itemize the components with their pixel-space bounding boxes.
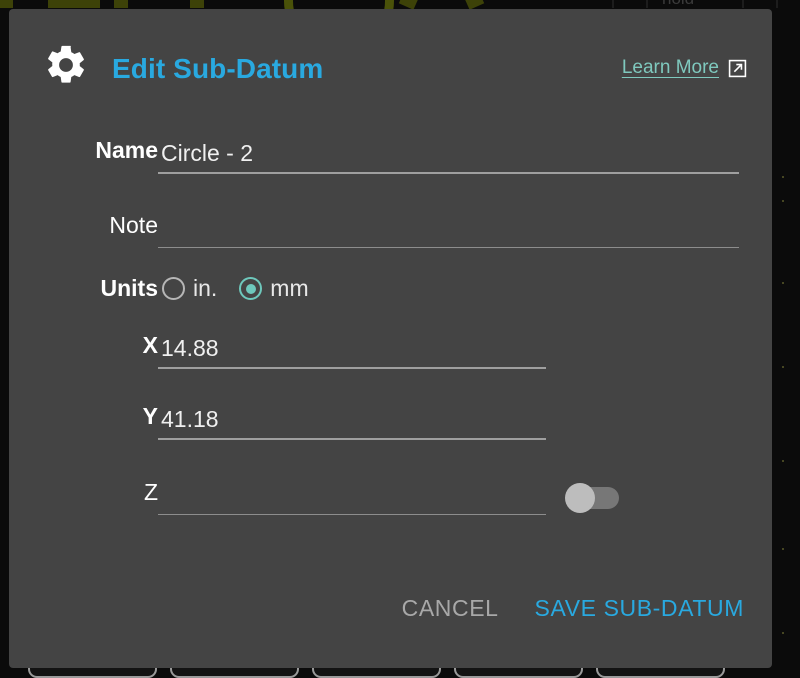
radio-in-label: in.: [193, 275, 218, 301]
field-row-note: Note: [9, 212, 772, 260]
background-arc: [768, 578, 800, 618]
note-field-wrap: [158, 212, 739, 248]
field-row-y: Y 41.18: [9, 403, 772, 451]
background-arc: [768, 118, 800, 158]
radio-in-icon: [162, 277, 185, 300]
z-toggle-knob: [565, 483, 595, 513]
z-input[interactable]: [158, 479, 546, 511]
dialog-title: Edit Sub-Datum: [112, 53, 324, 84]
y-input-underline: [158, 438, 546, 440]
x-input-underline: [158, 367, 546, 369]
units-label: Units: [100, 275, 159, 301]
dialog-header: Edit Sub-Datum Learn More: [9, 9, 772, 105]
z-enable-toggle[interactable]: [565, 483, 619, 513]
name-label: Name: [95, 137, 158, 163]
z-label: Z: [143, 479, 158, 505]
x-input[interactable]: 14.88: [158, 332, 546, 364]
field-row-name: Name Circle - 2: [9, 137, 772, 185]
units-radio-group: in. mm: [162, 275, 331, 302]
x-label: X: [142, 332, 158, 358]
learn-more-label: Learn More: [621, 57, 719, 78]
background-dot: [782, 282, 784, 284]
background-arc: [768, 490, 800, 530]
y-label: Y: [142, 403, 158, 429]
field-row-units: Units in. mm: [9, 275, 772, 323]
background-dot: [782, 200, 784, 202]
background-grid-line: [612, 0, 614, 8]
field-row-z: Z: [9, 479, 772, 527]
background-dot: [782, 460, 784, 462]
external-link-icon: [728, 59, 747, 78]
cancel-button[interactable]: CANCEL: [384, 587, 517, 630]
note-input[interactable]: [158, 212, 739, 244]
name-input-underline: [158, 172, 739, 174]
background-hint-text: hold: [662, 0, 694, 9]
background-olive-shape: [114, 0, 128, 8]
background-grid-line: [742, 0, 744, 8]
radio-mm-label: mm: [270, 275, 309, 301]
radio-option-mm[interactable]: mm: [239, 275, 309, 302]
background-dot: [782, 176, 784, 178]
name-input[interactable]: Circle - 2: [158, 137, 739, 169]
background-grid-line: [646, 0, 648, 8]
background-dot: [782, 632, 784, 634]
z-field-wrap: [158, 479, 546, 515]
note-label: Note: [109, 212, 158, 238]
gear-icon: [43, 42, 89, 88]
radio-option-in[interactable]: in.: [162, 275, 217, 302]
save-sub-datum-button[interactable]: SAVE SUB-DATUM: [517, 587, 762, 630]
dialog-footer: CANCEL SAVE SUB-DATUM: [384, 587, 762, 630]
background-dot: [782, 548, 784, 550]
edit-sub-datum-dialog: Edit Sub-Datum Learn More Name Circle - …: [9, 9, 772, 668]
background-olive-shape: [0, 0, 13, 8]
y-input[interactable]: 41.18: [158, 403, 546, 435]
background-olive-shape: [190, 0, 204, 8]
background-dot: [782, 366, 784, 368]
radio-mm-icon: [239, 277, 263, 300]
background-arc: [768, 400, 800, 440]
z-input-underline: [158, 514, 546, 515]
x-field-wrap: 14.88: [158, 332, 546, 369]
y-field-wrap: 41.18: [158, 403, 546, 440]
background-arc: [768, 314, 800, 354]
name-field-wrap: Circle - 2: [158, 137, 739, 174]
field-row-x: X 14.88: [9, 332, 772, 380]
note-input-underline: [158, 247, 739, 248]
background-olive-shape: [48, 0, 100, 8]
background-grid-line: [776, 0, 778, 8]
learn-more-link[interactable]: Learn More: [622, 57, 747, 79]
